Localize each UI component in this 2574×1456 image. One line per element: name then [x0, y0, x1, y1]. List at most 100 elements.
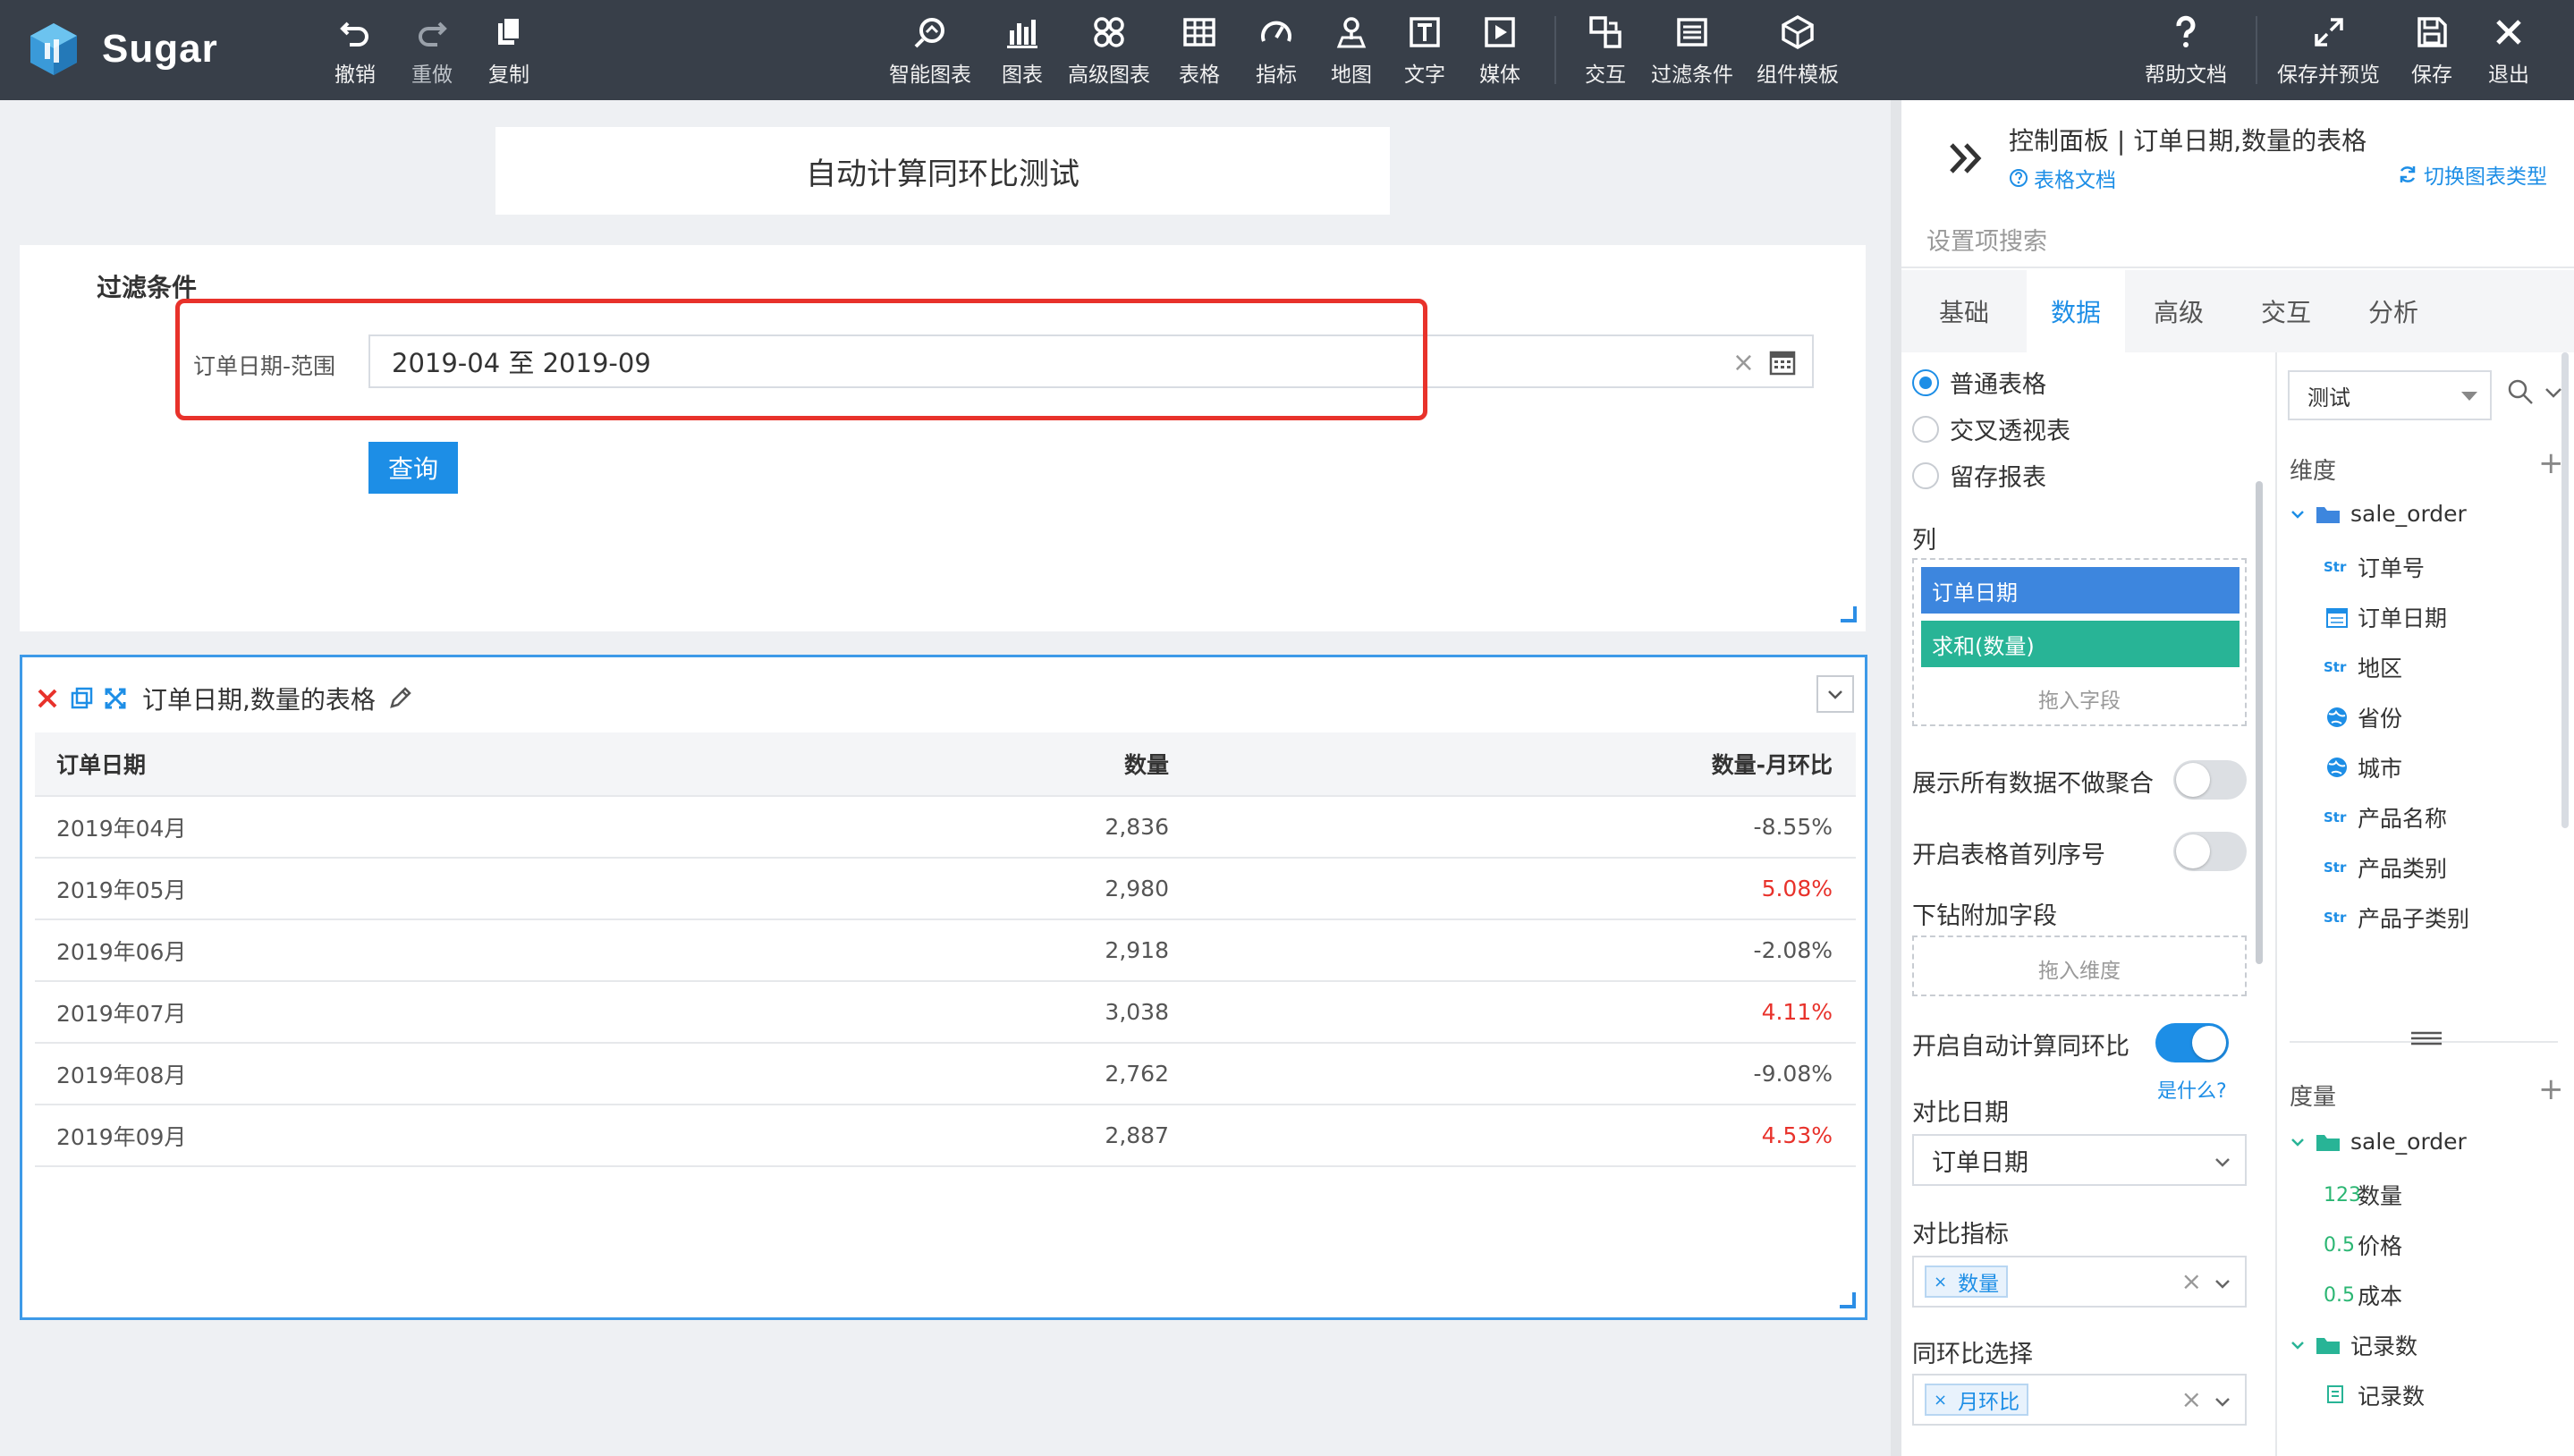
column-header-date[interactable]: 订单日期 [35, 748, 518, 780]
chart-button[interactable]: 图表 [1002, 14, 1043, 88]
query-button[interactable]: 查询 [368, 442, 458, 494]
metric-tag[interactable]: × 数量 [1925, 1266, 2009, 1298]
tab-interact[interactable]: 交互 [2232, 270, 2340, 352]
field-item-measure[interactable]: 0.5 成本 [2324, 1279, 2402, 1311]
save-disk-icon [2417, 17, 2447, 47]
tag-remove-icon[interactable]: × [1934, 1273, 1947, 1291]
app-logo[interactable]: Sugar [27, 21, 218, 77]
field-item-measure[interactable]: 0.5 价格 [2324, 1229, 2402, 1261]
table-row[interactable]: 2019年08月 2,762 -9.08% [35, 1044, 1856, 1105]
compare-metric-select[interactable]: × 数量 × [1912, 1256, 2247, 1308]
settings-scrollbar[interactable] [2256, 481, 2263, 964]
table-row[interactable]: 2019年04月 2,836 -8.55% [35, 797, 1856, 859]
clear-icon[interactable]: × [2181, 1266, 2202, 1296]
filter-button[interactable]: 过滤条件 [1651, 14, 1733, 88]
column-chip-date[interactable]: 订单日期 [1921, 567, 2240, 614]
tab-analysis[interactable]: 分析 [2340, 270, 2447, 352]
caret-down-icon [2461, 392, 2477, 401]
dataset-select[interactable]: 测试 [2288, 370, 2492, 420]
table-button[interactable]: 表格 [1179, 14, 1220, 88]
tab-advanced[interactable]: 高级 [2125, 270, 2232, 352]
period-select[interactable]: × 月环比 × [1912, 1374, 2247, 1426]
field-item-dimension[interactable]: Str 订单号 [2324, 551, 2425, 583]
tab-data[interactable]: 数据 [2027, 270, 2125, 352]
table-doc-link[interactable]: 表格文档 [2009, 163, 2116, 193]
duplicate-icon[interactable] [69, 686, 94, 711]
tag-remove-icon[interactable]: × [1934, 1391, 1947, 1409]
help-doc-button[interactable]: 帮助文档 [2145, 14, 2227, 88]
text-button[interactable]: 文字 [1404, 14, 1445, 88]
field-item-measure[interactable]: 123 数量 [2324, 1179, 2402, 1211]
chevron-down-icon [2291, 1342, 2304, 1350]
interact-button[interactable]: 交互 [1585, 14, 1626, 88]
exit-button[interactable]: 退出 [2488, 14, 2529, 88]
fullscreen-icon[interactable] [103, 686, 128, 711]
table-row[interactable]: 2019年06月 2,918 -2.08% [35, 920, 1856, 982]
field-item-dimension[interactable]: 省份 [2324, 701, 2402, 733]
period-tag[interactable]: × 月环比 [1925, 1384, 2029, 1416]
switch-chart-type-link[interactable]: 切换图表类型 [2397, 159, 2547, 190]
field-list-scrollbar[interactable] [2561, 352, 2569, 828]
auto-calc-toggle[interactable] [2155, 1023, 2229, 1062]
row-index-toggle[interactable] [2173, 832, 2247, 871]
calendar-icon[interactable] [1769, 349, 1796, 376]
double-chevron-right-icon[interactable] [1946, 138, 1987, 179]
field-item-dimension[interactable]: Str 产品名称 [2324, 801, 2447, 834]
radio-pivot-table[interactable]: 交叉透视表 [1912, 411, 2070, 446]
columns-dropzone[interactable]: 订单日期 求和(数量) 拖入字段 [1912, 558, 2247, 726]
page-title-widget[interactable]: 自动计算同环比测试 [495, 127, 1390, 215]
settings-search-input[interactable]: 设置项搜索 [1901, 211, 2574, 268]
save-button[interactable]: 保存 [2411, 14, 2452, 88]
clear-icon[interactable]: × [2181, 1384, 2202, 1414]
field-item-dimension[interactable]: Str 地区 [2324, 651, 2402, 683]
column-header-qty[interactable]: 数量 [518, 748, 1169, 780]
table-row[interactable]: 2019年05月 2,980 5.08% [35, 859, 1856, 920]
add-measure-icon[interactable]: + [2538, 1071, 2564, 1107]
highlight-annotation [175, 299, 1427, 420]
radio-normal-table[interactable]: 普通表格 [1912, 365, 2046, 400]
drill-label: 下钻附加字段 [1912, 902, 2057, 930]
folder-icon [2316, 506, 2340, 523]
widget-menu-dropdown[interactable] [1816, 675, 1854, 713]
tab-basic[interactable]: 基础 [1901, 270, 2027, 352]
column-header-mom[interactable]: 数量-月环比 [1169, 748, 1856, 780]
field-item-dimension[interactable]: Str 产品子类别 [2324, 902, 2469, 934]
search-icon[interactable] [2506, 377, 2535, 406]
radio-retention-report[interactable]: 留存报表 [1912, 458, 2046, 493]
map-button[interactable]: 地图 [1331, 14, 1372, 88]
record-count-folder[interactable]: 记录数 [2290, 1329, 2417, 1361]
cell-quantity: 2,836 [1105, 814, 1169, 840]
copy-button[interactable]: 复制 [488, 14, 529, 88]
pencil-edit-icon[interactable] [386, 685, 413, 712]
smart-chart-button[interactable]: 智能图表 [889, 14, 971, 88]
indicator-button[interactable]: 指标 [1256, 14, 1297, 88]
add-dimension-icon[interactable]: + [2538, 445, 2564, 481]
widget-template-button[interactable]: 组件模板 [1757, 14, 1839, 88]
delete-icon[interactable] [35, 686, 60, 711]
what-is-link[interactable]: 是什么? [2157, 1075, 2227, 1104]
table-icon [1183, 18, 1215, 47]
table-row[interactable]: 2019年09月 2,887 4.53% [35, 1105, 1856, 1167]
media-button[interactable]: 媒体 [1479, 14, 1520, 88]
advanced-chart-button[interactable]: 高级图表 [1068, 14, 1150, 88]
resize-handle[interactable] [1840, 1292, 1856, 1308]
measure-folder[interactable]: sale_order [2290, 1129, 2467, 1155]
field-item-dimension[interactable]: 城市 [2324, 751, 2402, 783]
field-item-record-count[interactable]: 记录数 [2324, 1379, 2425, 1411]
save-preview-button[interactable]: 保存并预览 [2277, 14, 2380, 88]
table-row[interactable]: 2019年07月 3,038 4.11% [35, 982, 1856, 1044]
column-chip-sum-qty[interactable]: 求和(数量) [1921, 621, 2240, 667]
advanced-chart-icon [1094, 17, 1124, 47]
drag-handle-icon[interactable] [2409, 1030, 2443, 1046]
dimension-folder[interactable]: sale_order [2290, 501, 2467, 527]
clear-icon[interactable]: × [1732, 347, 1755, 378]
table-widget[interactable]: 订单日期,数量的表格 订单日期 数量 数量-月环比 2019年04月 2,836 -… [20, 655, 1867, 1320]
drill-dropzone[interactable]: 拖入维度 [1912, 935, 2247, 996]
compare-date-select[interactable]: 订单日期 [1912, 1134, 2247, 1186]
resize-handle[interactable] [1841, 606, 1857, 622]
field-item-dimension[interactable]: Str 产品类别 [2324, 851, 2447, 884]
redo-button[interactable]: 重做 [411, 14, 453, 88]
undo-button[interactable]: 撤销 [334, 14, 376, 88]
field-item-dimension[interactable]: 订单日期 [2324, 601, 2447, 633]
show-all-toggle[interactable] [2173, 760, 2247, 800]
